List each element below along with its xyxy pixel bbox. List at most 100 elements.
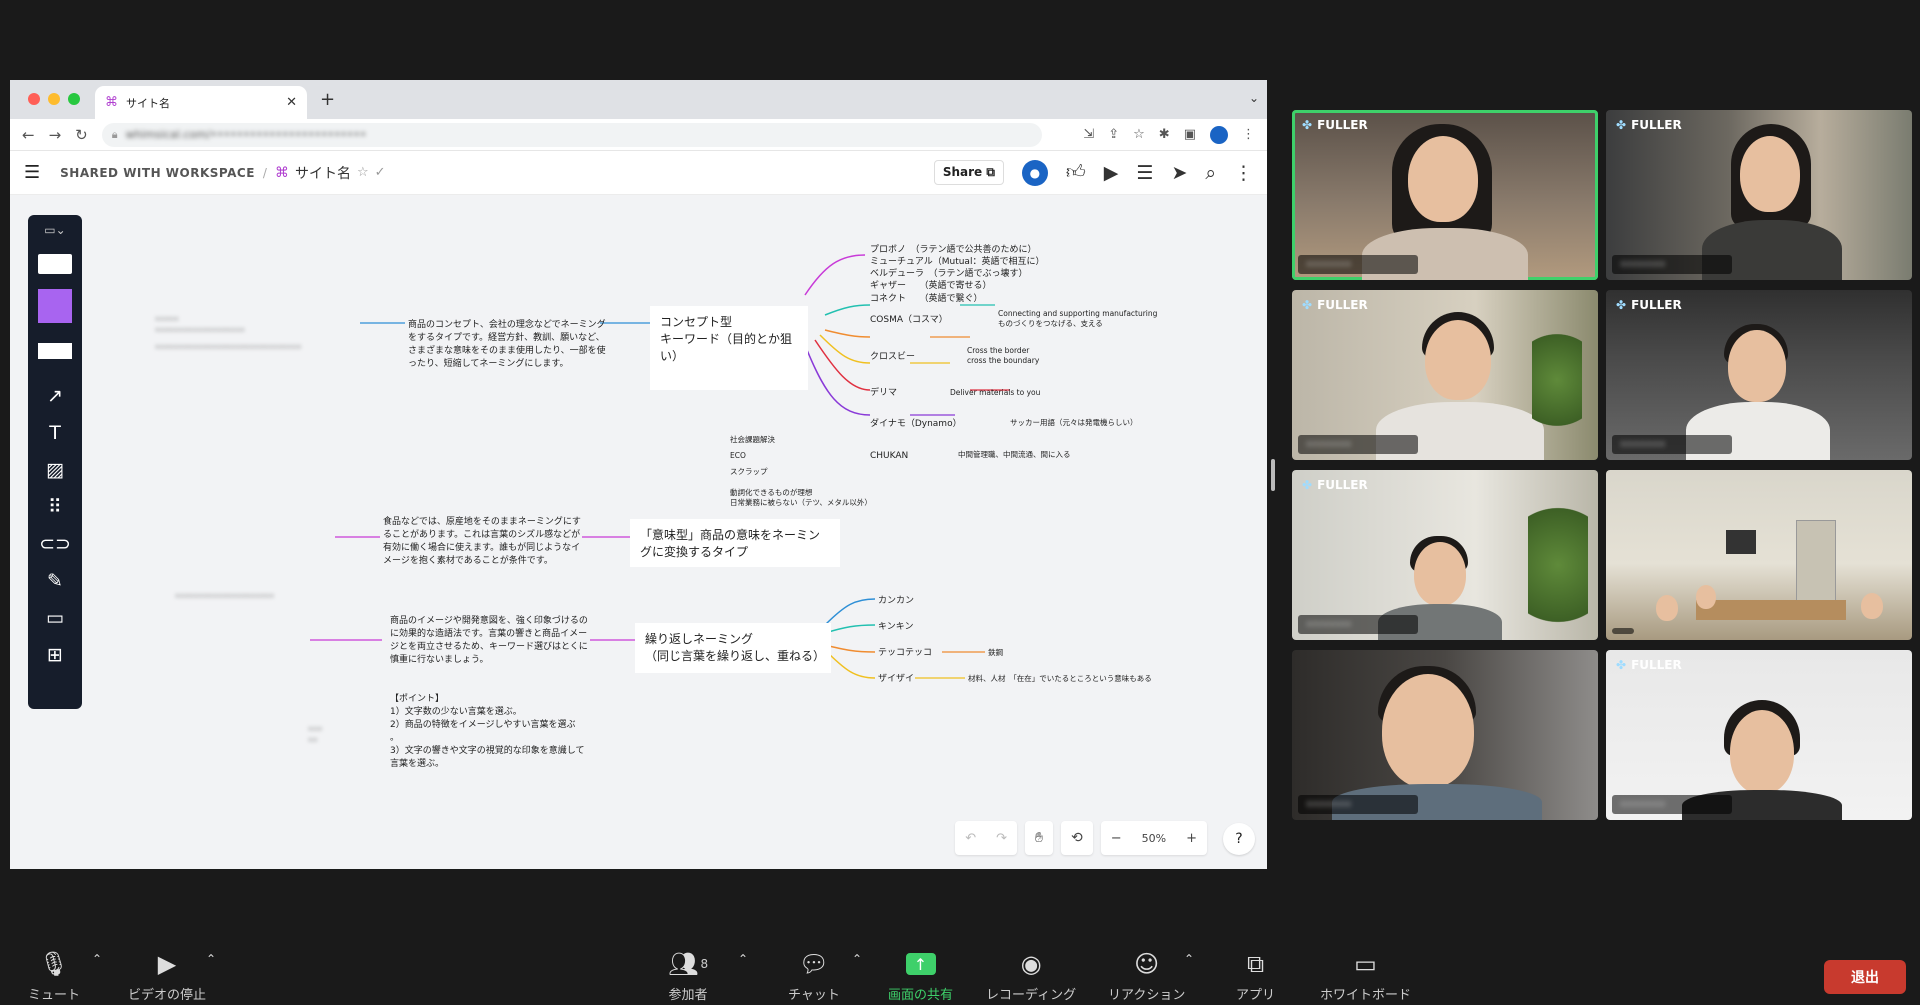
side-panel-icon[interactable]: ▣ bbox=[1184, 127, 1196, 142]
forward-icon[interactable]: → bbox=[49, 126, 62, 144]
participant-name: ••••••• bbox=[1612, 795, 1732, 814]
video-tile[interactable]: ✤ FULLER ••••••• bbox=[1606, 650, 1912, 820]
minimize-window-button[interactable] bbox=[48, 93, 60, 105]
zoom-in-icon[interactable]: + bbox=[1176, 831, 1207, 846]
stop-video-button[interactable]: ▶︎ ビデオの停止 bbox=[128, 950, 206, 1003]
record-label: レコーディング bbox=[986, 988, 1077, 1003]
leave-meeting-button[interactable]: 退出 bbox=[1824, 960, 1906, 994]
video-tile[interactable]: ✤ FULLER ••••••• bbox=[1292, 470, 1598, 640]
whiteboard-icon: ▭ bbox=[1354, 950, 1377, 978]
arrow-tool-icon[interactable]: ↗ bbox=[28, 377, 82, 414]
card-tool[interactable] bbox=[38, 254, 72, 274]
back-icon[interactable]: ← bbox=[22, 126, 35, 144]
concept-branch[interactable]: ダイナモ（Dynamo） bbox=[870, 418, 962, 430]
url-field[interactable]: 🔒︎ whimsical.com/•••••••••••••••••••••••… bbox=[101, 122, 1042, 147]
undo-icon[interactable]: ↶ bbox=[955, 831, 986, 846]
participants-options-chevron-icon[interactable]: ⌃ bbox=[738, 952, 748, 966]
record-button[interactable]: ◉ レコーディング bbox=[986, 950, 1076, 1003]
more-tools-icon[interactable]: ⊞ bbox=[28, 636, 82, 673]
share-screen-button[interactable]: ↑ 画面の共有 bbox=[888, 950, 953, 1003]
video-tile[interactable] bbox=[1606, 470, 1912, 640]
video-options-chevron-icon[interactable]: ⌃ bbox=[206, 952, 216, 966]
link-tool-icon[interactable]: ⊂⊃ bbox=[28, 525, 82, 562]
blurred-note: ••••••••••••••••••••••••••••••• bbox=[155, 343, 302, 352]
mindmap-tool[interactable] bbox=[38, 343, 72, 359]
meaning-description: 食品などでは、原産地をそのままネーミングにすることがあります。これは言葉のシズル… bbox=[383, 517, 581, 567]
close-tab-icon[interactable]: ✕ bbox=[286, 95, 297, 110]
install-app-icon[interactable]: ⇲ bbox=[1083, 127, 1094, 142]
image-tool-icon[interactable]: ▨ bbox=[28, 451, 82, 488]
repeat-branch[interactable]: カンカン bbox=[878, 595, 914, 607]
send-icon[interactable]: ➤ bbox=[1171, 162, 1187, 184]
thumbs-up-icon[interactable]: 👍︎ bbox=[1066, 161, 1086, 184]
concept-branch[interactable]: プロボノ （ラテン語で公共善のために） ミューチュアル（Mutual：英語で相互… bbox=[870, 244, 1044, 305]
tab-search-chevron-icon[interactable]: ⌄ bbox=[1249, 91, 1259, 105]
apps-button[interactable]: ⧉ アプリ bbox=[1236, 950, 1275, 1003]
section-tool-icon[interactable]: ▭ bbox=[28, 599, 82, 636]
close-window-button[interactable] bbox=[28, 93, 40, 105]
meaning-card[interactable]: 「意味型」商品の意味をネーミングに変換するタイプ bbox=[630, 519, 840, 567]
favorite-star-icon[interactable]: ☆ bbox=[357, 165, 369, 180]
board-title[interactable]: サイト名 bbox=[295, 163, 351, 183]
share-page-icon[interactable]: ⇪ bbox=[1108, 127, 1119, 142]
concept-branch[interactable]: CHUKAN bbox=[870, 450, 908, 462]
redo-icon[interactable]: ↷ bbox=[986, 831, 1017, 846]
video-tile[interactable]: ✤ FULLER ••••••• bbox=[1606, 290, 1912, 460]
browser-menu-icon[interactable]: ⋮ bbox=[1242, 127, 1255, 142]
new-tab-button[interactable]: + bbox=[320, 89, 335, 110]
video-tile[interactable]: ••••••• bbox=[1292, 650, 1598, 820]
whiteboard-button[interactable]: ▭ ホワイトボード bbox=[1320, 950, 1411, 1003]
address-bar-row: ← → ↻ 🔒︎ whimsical.com/•••••••••••••••••… bbox=[10, 119, 1267, 151]
search-icon[interactable]: ⌕ bbox=[1205, 162, 1216, 184]
concept-branch[interactable]: COSMA（コスマ） bbox=[870, 314, 948, 326]
extensions-icon[interactable]: ✱ bbox=[1159, 127, 1170, 142]
participants-button[interactable]: 👥︎ 8 参加者 bbox=[668, 950, 708, 1003]
browser-tab[interactable]: ⌘ サイト名 ✕ bbox=[95, 86, 307, 119]
repeat-branch-note: 材料、人材 「在在」でいたるところという意味もある bbox=[968, 674, 1152, 683]
repeat-card[interactable]: 繰り返しネーミング （同じ言葉を繰り返し、重ねる） bbox=[635, 623, 831, 673]
user-avatar[interactable]: ● bbox=[1021, 159, 1048, 186]
repeat-branch[interactable]: テッコテッコ bbox=[878, 647, 932, 659]
wall-screen bbox=[1726, 530, 1756, 554]
video-tile[interactable]: ✤ FULLER ••••••• bbox=[1292, 290, 1598, 460]
concept-branch[interactable]: クロスビー bbox=[870, 351, 915, 363]
bookmark-star-icon[interactable]: ☆ bbox=[1133, 127, 1145, 142]
sticky-note-tool[interactable] bbox=[38, 289, 72, 323]
present-icon[interactable]: ▶ bbox=[1104, 162, 1119, 184]
pen-tool-icon[interactable]: ✎ bbox=[28, 562, 82, 599]
window-controls bbox=[28, 93, 80, 105]
video-tile[interactable]: ✤ FULLER ••••••• bbox=[1606, 110, 1912, 280]
panel-resize-handle[interactable] bbox=[1271, 459, 1275, 491]
chat-button[interactable]: 💬︎ チャット bbox=[788, 950, 840, 1003]
fuller-logo-icon: ✤ bbox=[1616, 298, 1627, 312]
table bbox=[1696, 600, 1846, 620]
grid-tool-icon[interactable]: ⠿ bbox=[28, 488, 82, 525]
sidebar-toggle-icon[interactable]: ☰ bbox=[24, 162, 40, 183]
maximize-window-button[interactable] bbox=[68, 93, 80, 105]
insert-menu-icon[interactable]: ▭⌄ bbox=[44, 223, 65, 245]
whiteboard-canvas[interactable]: ▭⌄ ↗ T ▨ ⠿ ⊂⊃ ✎ ▭ ⊞ ••••• •••••••••••••••… bbox=[10, 195, 1267, 869]
chat-options-chevron-icon[interactable]: ⌃ bbox=[852, 952, 862, 966]
history-icon[interactable]: ⟲ bbox=[1061, 821, 1093, 855]
comments-icon[interactable]: ☰ bbox=[1136, 162, 1153, 184]
video-tile[interactable]: ✤ FULLER ••••••• bbox=[1292, 110, 1598, 280]
zoom-out-icon[interactable]: − bbox=[1101, 831, 1132, 846]
reaction-smiley-icon: ☺ bbox=[1134, 950, 1160, 978]
breadcrumb-workspace[interactable]: SHARED WITH WORKSPACE bbox=[60, 166, 255, 180]
free-note: 動詞化できるものが理想 日常業務に被らない（テツ、メタル以外） bbox=[730, 488, 872, 508]
pan-hand-icon[interactable]: ✋︎ bbox=[1025, 821, 1053, 855]
mute-options-chevron-icon[interactable]: ⌃ bbox=[92, 952, 102, 966]
concept-card[interactable]: コンセプト型 キーワード（目的とか狙い） bbox=[650, 306, 808, 390]
more-menu-icon[interactable]: ⋮ bbox=[1234, 162, 1253, 184]
profile-avatar-icon[interactable] bbox=[1210, 125, 1228, 144]
mute-button[interactable]: 🎙︎ ミュート bbox=[28, 950, 80, 1003]
concept-branch[interactable]: デリマ bbox=[870, 387, 897, 399]
help-icon[interactable]: ? bbox=[1223, 823, 1255, 855]
repeat-branch[interactable]: ザイザイ bbox=[878, 673, 914, 685]
text-tool-icon[interactable]: T bbox=[28, 414, 82, 451]
reload-icon[interactable]: ↻ bbox=[75, 126, 88, 144]
reaction-options-chevron-icon[interactable]: ⌃ bbox=[1184, 952, 1194, 966]
reaction-button[interactable]: ☺ リアクション bbox=[1108, 950, 1185, 1003]
share-button[interactable]: Share ⧉ bbox=[933, 160, 1004, 185]
repeat-branch[interactable]: キンキン bbox=[878, 621, 913, 633]
